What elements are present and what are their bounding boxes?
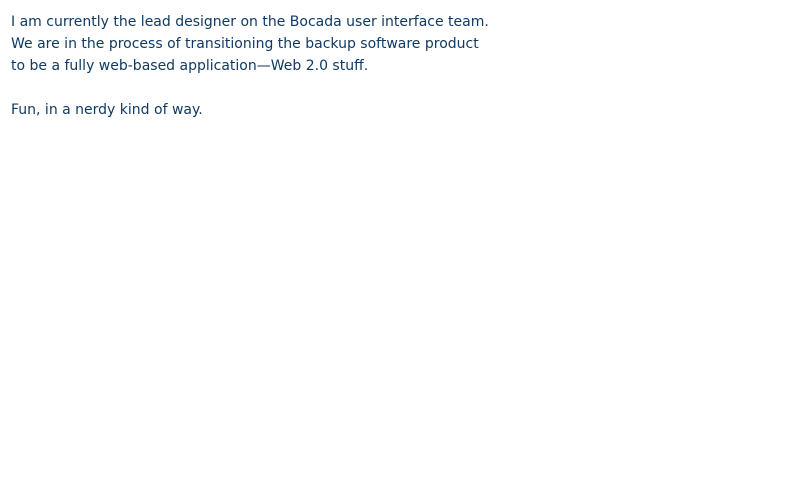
paragraph-2-line-1: Fun, in a nerdy kind of way. [11, 102, 203, 118]
paragraph-1-line-2: We are in the process of transitioning t… [11, 36, 479, 52]
paragraph-2: Fun, in a nerdy kind of way. [11, 99, 771, 121]
text-block: I am currently the lead designer on the … [11, 11, 771, 121]
paragraph-1: I am currently the lead designer on the … [11, 11, 771, 77]
paragraph-1-line-1: I am currently the lead designer on the … [11, 14, 489, 30]
paragraph-spacing [11, 77, 771, 99]
paragraph-1-line-3: to be a fully web-based application—Web … [11, 58, 369, 74]
